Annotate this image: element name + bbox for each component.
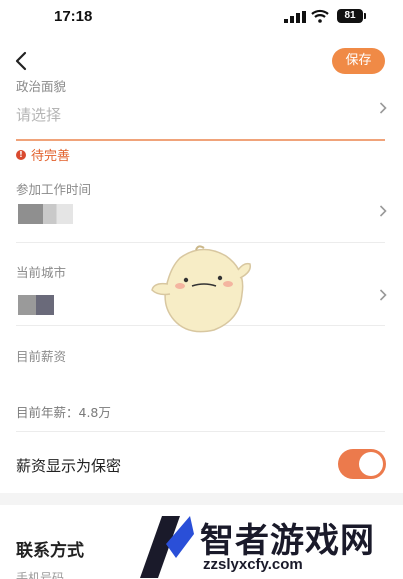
toggle-knob bbox=[359, 452, 383, 476]
current-city-value-redacted[interactable] bbox=[18, 295, 54, 315]
salary-privacy-label: 薪资显示为保密 bbox=[16, 457, 122, 475]
watermark-brand: 智者游戏网 bbox=[200, 521, 375, 561]
field-divider bbox=[16, 139, 385, 141]
signal-icon bbox=[284, 11, 306, 23]
political-status-select[interactable]: 请选择 bbox=[16, 104, 61, 125]
chevron-right-icon bbox=[379, 205, 387, 217]
salary-privacy-toggle[interactable] bbox=[338, 449, 386, 479]
status-bar: 17:18 81 bbox=[0, 0, 403, 36]
field-divider bbox=[16, 242, 385, 243]
field-divider bbox=[16, 431, 385, 432]
warning-icon: ! bbox=[16, 149, 26, 160]
back-icon[interactable] bbox=[12, 50, 32, 72]
warning-text: 待完善 bbox=[31, 149, 71, 164]
wifi-icon bbox=[311, 9, 329, 23]
chevron-right-icon bbox=[379, 102, 387, 114]
phone-label: 手机号码 bbox=[16, 571, 65, 579]
chevron-right-icon bbox=[379, 289, 387, 301]
current-salary-label: 目前薪资 bbox=[16, 349, 67, 364]
political-status-label: 政治面貌 bbox=[16, 79, 67, 94]
save-button[interactable]: 保存 bbox=[332, 48, 385, 74]
work-start-label: 参加工作时间 bbox=[16, 182, 92, 197]
incomplete-warning: ! 待完善 bbox=[16, 145, 70, 164]
work-start-value-redacted[interactable] bbox=[18, 204, 73, 224]
battery-icon: 81 bbox=[337, 9, 366, 23]
annual-salary-text: 目前年薪：4.8万 bbox=[16, 405, 111, 420]
current-city-label: 当前城市 bbox=[16, 265, 67, 280]
status-time: 17:18 bbox=[54, 8, 93, 25]
watermark-url: zzslyxcfy.com bbox=[203, 556, 303, 573]
contact-section-title: 联系方式 bbox=[16, 541, 84, 561]
mascot-sticker bbox=[151, 245, 252, 333]
section-gap bbox=[0, 493, 403, 505]
